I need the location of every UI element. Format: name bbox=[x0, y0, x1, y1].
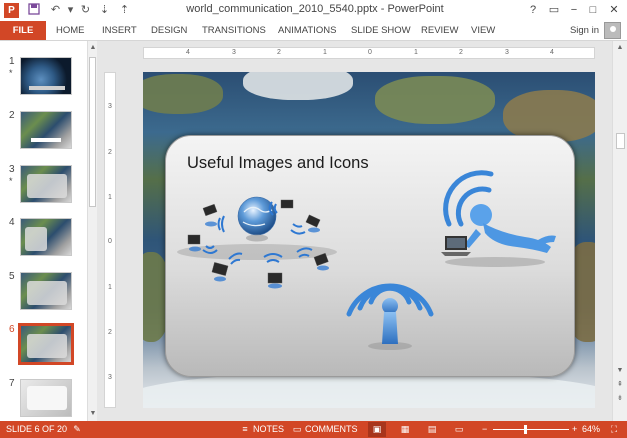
slide-number: 7 bbox=[9, 378, 15, 389]
previous-slide-icon[interactable]: ⇞ bbox=[615, 380, 625, 390]
ruler-label: 0 bbox=[108, 238, 112, 245]
thumbnail-caption bbox=[31, 138, 61, 142]
tab-review[interactable]: REVIEW bbox=[421, 21, 458, 40]
thumbnail-caption bbox=[29, 86, 65, 90]
status-bar: SLIDE 6 OF 20 ✎ ≡ NOTES ▭ COMMENTS ▣ ▦ ▤… bbox=[0, 421, 627, 438]
ruler-label: 3 bbox=[232, 49, 236, 56]
slide-thumbnail-1[interactable] bbox=[20, 57, 72, 95]
slide-sorter-view-icon[interactable]: ▦ bbox=[399, 424, 411, 435]
notes-button[interactable]: NOTES bbox=[253, 424, 284, 434]
thumbnail-panel bbox=[27, 281, 67, 305]
ruler-label: 3 bbox=[505, 49, 509, 56]
thumbnail-panel bbox=[27, 174, 67, 198]
tab-animations[interactable]: ANIMATIONS bbox=[278, 21, 336, 40]
ruler-label: 1 bbox=[414, 49, 418, 56]
thumbnail-panel bbox=[27, 386, 67, 410]
slide-thumbnail-6[interactable] bbox=[18, 323, 74, 365]
scrollbar-thumb[interactable] bbox=[616, 133, 625, 149]
ruler-label: 4 bbox=[186, 49, 190, 56]
slide-thumbnail-4[interactable] bbox=[20, 218, 72, 256]
animation-star-icon: * bbox=[9, 176, 13, 186]
slide-scrollbar[interactable]: ▲ ▼ ⇞ ⇟ bbox=[612, 41, 627, 421]
slide-thumbnails-pane: 1 * 2 3 * 4 5 6 7 bbox=[0, 41, 87, 421]
customize-qat-icon[interactable]: ⇣ bbox=[97, 3, 112, 18]
thumbnails-scrollbar[interactable]: ▲ ▼ bbox=[87, 41, 97, 421]
slide-number-active: 6 bbox=[9, 324, 15, 335]
horizontal-ruler: 4 3 2 1 0 1 2 3 4 bbox=[143, 47, 595, 59]
qat-more-icon[interactable]: ⇡ bbox=[117, 3, 132, 18]
redo-icon[interactable]: ↻ bbox=[78, 3, 93, 18]
thumbnail-panel bbox=[27, 334, 67, 358]
slide-number: 2 bbox=[9, 110, 15, 121]
fit-slide-icon[interactable]: ⛶ bbox=[608, 424, 620, 435]
slide-counter: SLIDE 6 OF 20 bbox=[6, 424, 68, 434]
slide-number: 1 bbox=[9, 56, 15, 67]
next-slide-icon[interactable]: ⇟ bbox=[615, 394, 625, 404]
tab-insert[interactable]: INSERT bbox=[102, 21, 137, 40]
tab-slide-show[interactable]: SLIDE SHOW bbox=[351, 21, 411, 40]
slide-number: 5 bbox=[9, 271, 15, 282]
ruler-label: 0 bbox=[368, 49, 372, 56]
slide-number: 4 bbox=[9, 217, 15, 228]
ruler-label: 2 bbox=[108, 329, 112, 336]
tab-file[interactable]: FILE bbox=[0, 21, 46, 40]
slide-thumbnail-5[interactable] bbox=[20, 272, 72, 310]
tab-design[interactable]: DESIGN bbox=[151, 21, 187, 40]
ruler-label: 3 bbox=[108, 374, 112, 381]
scroll-down-icon[interactable]: ▼ bbox=[615, 366, 625, 376]
ruler-label: 1 bbox=[323, 49, 327, 56]
ruler-label: 2 bbox=[108, 149, 112, 156]
slide-canvas[interactable]: Useful Images and Icons bbox=[143, 72, 595, 408]
scroll-up-icon[interactable]: ▲ bbox=[615, 43, 625, 53]
slide-number: 3 bbox=[9, 164, 15, 175]
avatar[interactable] bbox=[604, 22, 621, 39]
powerpoint-window: P ↶ ▾ ↻ ⇣ ⇡ world_communication_2010_554… bbox=[0, 0, 627, 438]
slide-clipart bbox=[177, 170, 556, 350]
minimize-button[interactable]: − bbox=[566, 3, 582, 18]
animation-star-icon: * bbox=[9, 68, 13, 78]
slide-title[interactable]: Useful Images and Icons bbox=[187, 154, 369, 173]
reading-view-icon[interactable]: ▤ bbox=[426, 424, 438, 435]
spell-check-icon[interactable]: ✎ bbox=[71, 424, 83, 435]
tab-transitions[interactable]: TRANSITIONS bbox=[202, 21, 266, 40]
title-bar: P ↶ ▾ ↻ ⇣ ⇡ world_communication_2010_554… bbox=[0, 0, 627, 21]
scrollbar-thumb[interactable] bbox=[89, 57, 96, 207]
maximize-button[interactable]: □ bbox=[585, 3, 601, 18]
close-button[interactable]: ✕ bbox=[606, 3, 622, 18]
ruler-label: 2 bbox=[459, 49, 463, 56]
ruler-label: 3 bbox=[108, 103, 112, 110]
slide-thumbnail-3[interactable] bbox=[20, 165, 72, 203]
comments-icon[interactable]: ▭ bbox=[291, 424, 303, 435]
zoom-level[interactable]: 64% bbox=[582, 424, 600, 434]
zoom-slider-thumb[interactable] bbox=[524, 425, 527, 434]
ruler-label: 4 bbox=[550, 49, 554, 56]
document-title: world_communication_2010_5540.pptx - Pow… bbox=[186, 3, 444, 15]
slide-show-view-icon[interactable]: ▭ bbox=[453, 424, 465, 435]
save-icon[interactable] bbox=[26, 3, 41, 18]
powerpoint-app-icon[interactable]: P bbox=[4, 3, 19, 18]
undo-icon[interactable]: ↶ bbox=[48, 3, 63, 18]
help-button[interactable]: ? bbox=[525, 3, 541, 18]
normal-view-icon[interactable]: ▣ bbox=[371, 424, 383, 435]
ruler-label: 1 bbox=[108, 194, 112, 201]
comments-button[interactable]: COMMENTS bbox=[305, 424, 358, 434]
slide-thumbnail-7[interactable] bbox=[20, 379, 72, 417]
zoom-in-button[interactable]: + bbox=[572, 424, 577, 434]
ribbon-tabs: FILE HOME INSERT DESIGN TRANSITIONS ANIM… bbox=[0, 21, 627, 40]
ruler-label: 1 bbox=[108, 284, 112, 291]
vertical-ruler: 3 2 1 0 1 2 3 bbox=[104, 72, 116, 408]
thumbnail-panel bbox=[25, 227, 47, 251]
zoom-slider-track[interactable] bbox=[493, 429, 569, 430]
sign-in-link[interactable]: Sign in bbox=[570, 25, 599, 36]
undo-dropdown-icon[interactable]: ▾ bbox=[63, 3, 78, 18]
slide-thumbnail-2[interactable] bbox=[20, 111, 72, 149]
tab-view[interactable]: VIEW bbox=[471, 21, 495, 40]
tab-home[interactable]: HOME bbox=[56, 21, 85, 40]
notes-icon[interactable]: ≡ bbox=[239, 424, 251, 435]
ruler-label: 2 bbox=[277, 49, 281, 56]
zoom-out-button[interactable]: − bbox=[482, 424, 487, 434]
ribbon-display-options-button[interactable]: ▭ bbox=[546, 3, 562, 18]
